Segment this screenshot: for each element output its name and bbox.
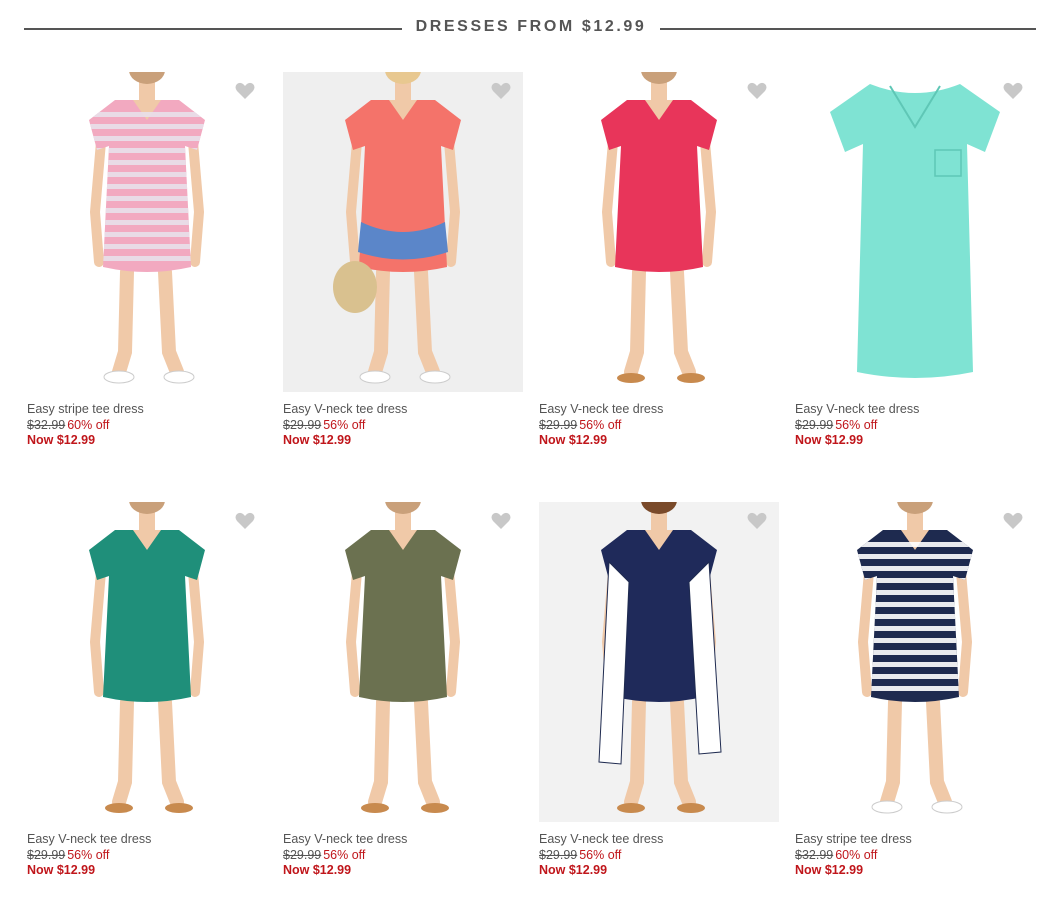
product-image[interactable] bbox=[539, 502, 779, 822]
sale-price: Now $12.99 bbox=[27, 433, 96, 447]
original-price: $29.99 bbox=[539, 847, 578, 862]
product-image[interactable] bbox=[27, 72, 267, 392]
product-info: Easy V-neck tee dress $29.99 56% off Now … bbox=[27, 832, 151, 879]
discount-label: 56% off bbox=[579, 847, 622, 862]
header-rule-left bbox=[24, 28, 402, 30]
discount-label: 60% off bbox=[835, 847, 878, 862]
original-price: $29.99 bbox=[539, 417, 578, 432]
header-rule-right bbox=[660, 28, 1036, 30]
discount-label: 56% off bbox=[579, 417, 622, 432]
product-info: Easy V-neck tee dress $29.99 56% off Now … bbox=[283, 832, 407, 879]
discount-label: 60% off bbox=[67, 417, 110, 432]
product-info: Easy V-neck tee dress $29.99 56% off Now … bbox=[539, 402, 663, 449]
discount-label: 56% off bbox=[323, 847, 366, 862]
product-image[interactable] bbox=[283, 72, 523, 392]
product-name[interactable]: Easy V-neck tee dress bbox=[283, 402, 407, 418]
sale-price: Now $12.99 bbox=[795, 863, 864, 877]
product-image[interactable] bbox=[27, 502, 267, 822]
original-price: $29.99 bbox=[283, 417, 322, 432]
original-price: $32.99 bbox=[27, 417, 66, 432]
product-name[interactable]: Easy V-neck tee dress bbox=[795, 402, 919, 418]
product-image[interactable] bbox=[795, 72, 1035, 392]
product-image[interactable] bbox=[283, 502, 523, 822]
product-card[interactable]: Easy V-neck tee dress $29.99 56% off Now … bbox=[539, 502, 779, 884]
sale-price: Now $12.99 bbox=[283, 433, 352, 447]
product-info: Easy stripe tee dress $32.99 60% off Now … bbox=[27, 402, 144, 449]
sale-price: Now $12.99 bbox=[795, 433, 864, 447]
product-card[interactable]: Easy V-neck tee dress $29.99 56% off Now … bbox=[283, 502, 523, 884]
product-info: Easy V-neck tee dress $29.99 56% off Now … bbox=[539, 832, 663, 879]
product-name[interactable]: Easy V-neck tee dress bbox=[283, 832, 407, 848]
sale-price: Now $12.99 bbox=[539, 863, 608, 877]
product-name[interactable]: Easy V-neck tee dress bbox=[539, 832, 663, 848]
product-name[interactable]: Easy stripe tee dress bbox=[795, 832, 912, 848]
product-image[interactable] bbox=[539, 72, 779, 392]
product-info: Easy V-neck tee dress $29.99 56% off Now … bbox=[795, 402, 919, 449]
product-card[interactable]: Easy stripe tee dress $32.99 60% off Now … bbox=[27, 72, 267, 454]
heart-icon[interactable] bbox=[491, 512, 511, 530]
product-name[interactable]: Easy stripe tee dress bbox=[27, 402, 144, 418]
heart-icon[interactable] bbox=[747, 512, 767, 530]
original-price: $32.99 bbox=[795, 847, 834, 862]
product-image[interactable] bbox=[795, 502, 1035, 822]
original-price: $29.99 bbox=[795, 417, 834, 432]
heart-icon[interactable] bbox=[235, 82, 255, 100]
sale-price: Now $12.99 bbox=[27, 863, 96, 877]
discount-label: 56% off bbox=[323, 417, 366, 432]
product-card[interactable]: Easy V-neck tee dress $29.99 56% off Now … bbox=[27, 502, 267, 884]
product-card[interactable]: Easy V-neck tee dress $29.99 56% off Now … bbox=[795, 72, 1035, 454]
product-name[interactable]: Easy V-neck tee dress bbox=[539, 402, 663, 418]
heart-icon[interactable] bbox=[491, 82, 511, 100]
product-info: Easy stripe tee dress $32.99 60% off Now … bbox=[795, 832, 912, 879]
sale-price: Now $12.99 bbox=[283, 863, 352, 877]
section-title: DRESSES FROM $12.99 bbox=[415, 18, 647, 35]
product-card[interactable]: Easy V-neck tee dress $29.99 56% off Now … bbox=[539, 72, 779, 454]
product-grid: Easy stripe tee dress $32.99 60% off Now … bbox=[27, 72, 1037, 884]
discount-label: 56% off bbox=[835, 417, 878, 432]
heart-icon[interactable] bbox=[1003, 512, 1023, 530]
product-info: Easy V-neck tee dress $29.99 56% off Now … bbox=[283, 402, 407, 449]
discount-label: 56% off bbox=[67, 847, 110, 862]
sale-price: Now $12.99 bbox=[539, 433, 608, 447]
heart-icon[interactable] bbox=[235, 512, 255, 530]
page: DRESSES FROM $12.99 Easy stripe tee dres… bbox=[0, 0, 1055, 902]
original-price: $29.99 bbox=[283, 847, 322, 862]
product-name[interactable]: Easy V-neck tee dress bbox=[27, 832, 151, 848]
product-card[interactable]: Easy V-neck tee dress $29.99 56% off Now … bbox=[283, 72, 523, 454]
heart-icon[interactable] bbox=[1003, 82, 1023, 100]
product-card[interactable]: Easy stripe tee dress $32.99 60% off Now … bbox=[795, 502, 1035, 884]
original-price: $29.99 bbox=[27, 847, 66, 862]
heart-icon[interactable] bbox=[747, 82, 767, 100]
section-header: DRESSES FROM $12.99 bbox=[24, 14, 1036, 42]
